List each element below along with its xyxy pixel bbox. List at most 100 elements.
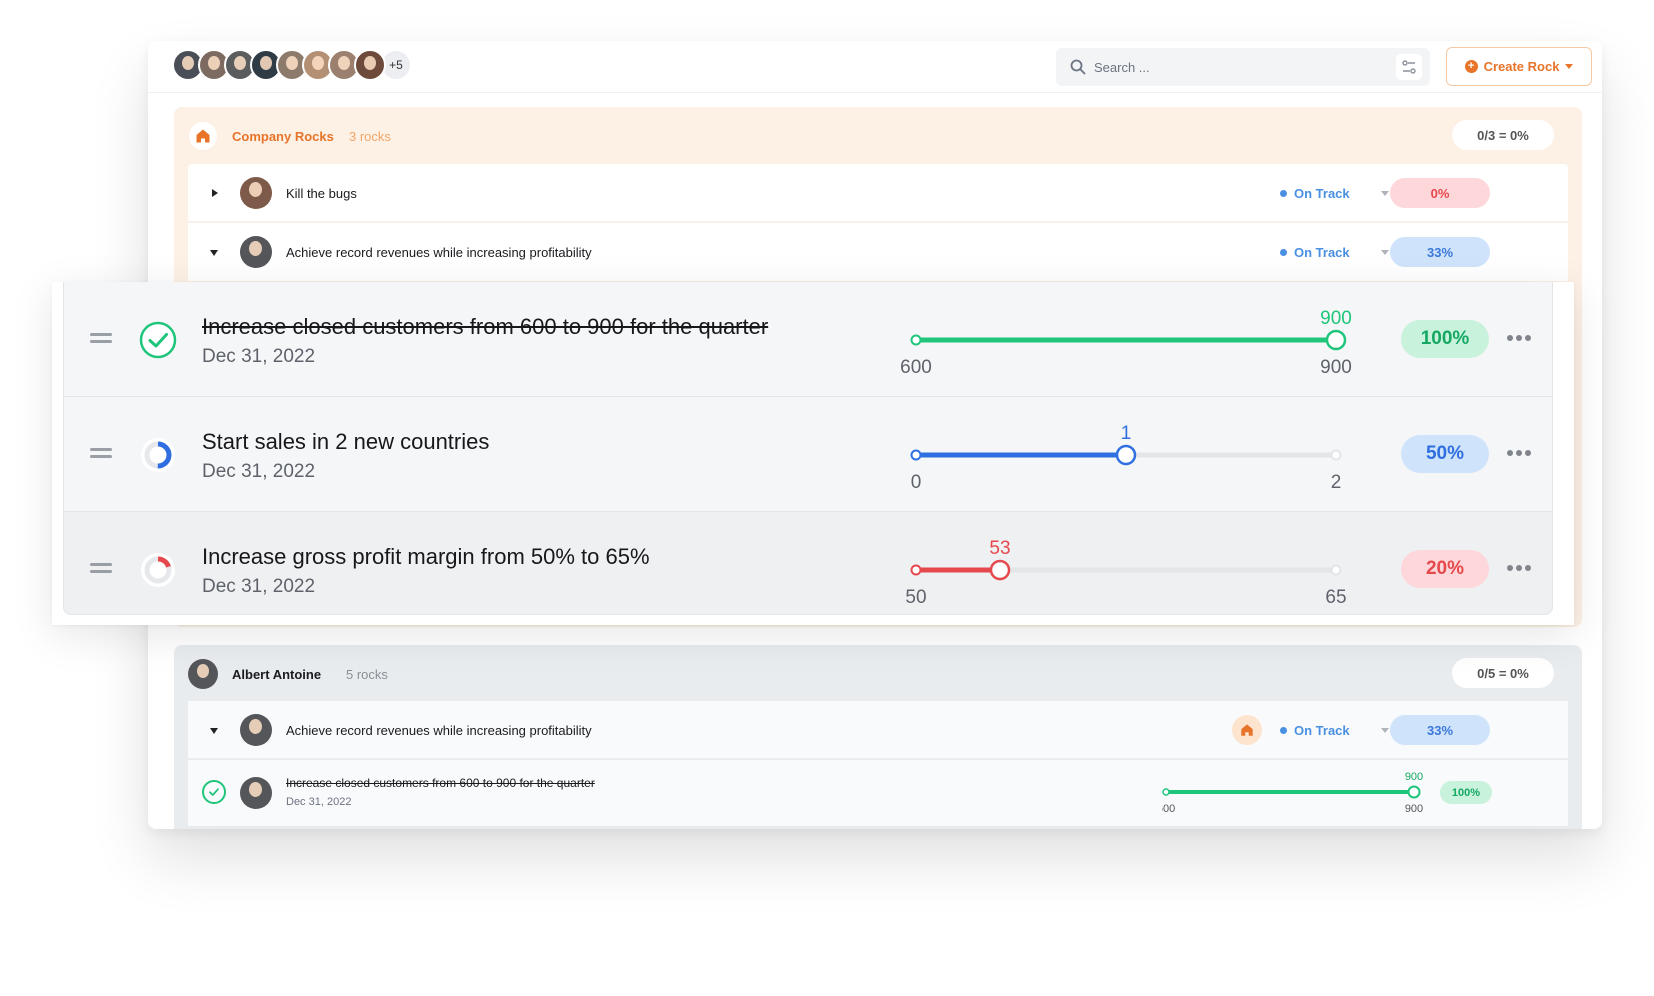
slider-start-point [1162, 788, 1170, 796]
slider-current-label: 1 [1121, 423, 1132, 444]
milestone-row[interactable]: Start sales in 2 new countries Dec 31, 20… [64, 397, 1552, 512]
collapse-icon[interactable] [210, 250, 218, 256]
progress-ring-icon[interactable] [138, 550, 178, 590]
slider-current-label: 53 [989, 538, 1010, 559]
status-label: On Track [1294, 245, 1350, 260]
percent-badge: 50% [1401, 435, 1489, 473]
milestone-row[interactable]: Increase closed customers from 600 to 90… [188, 760, 1568, 826]
search-input[interactable]: Search ... [1094, 60, 1150, 75]
milestone-title[interactable]: Increase gross profit margin from 50% to… [202, 544, 650, 570]
progress-slider[interactable]: 900 600 900 [1162, 770, 1424, 820]
status-label: On Track [1294, 186, 1350, 201]
rock-row[interactable]: Kill the bugs On Track 0% [188, 164, 1568, 222]
search-icon [1070, 59, 1086, 75]
slider-current-label: 900 [1405, 771, 1423, 783]
rock-title[interactable]: Kill the bugs [286, 186, 357, 201]
percent-badge: 20% [1401, 550, 1489, 588]
slider-handle[interactable] [1407, 785, 1421, 799]
milestone-date: Dec 31, 2022 [202, 461, 316, 482]
slider-handle[interactable] [989, 559, 1011, 581]
chevron-down-icon[interactable] [1381, 728, 1389, 733]
plus-icon: + [1464, 60, 1478, 73]
slider-start-label: 0 [911, 472, 922, 493]
check-circle-icon[interactable] [138, 320, 178, 360]
percent-badge: 33% [1390, 237, 1490, 267]
milestone-title[interactable]: Increase closed customers from 600 to 90… [202, 314, 768, 340]
slider-start-label: 600 [1162, 803, 1175, 815]
group-title: Company Rocks [232, 129, 334, 144]
avatar [240, 714, 272, 746]
drag-handle-icon[interactable] [90, 333, 112, 343]
home-icon [1232, 715, 1262, 745]
milestone-date: Dec 31, 2022 [202, 346, 316, 367]
milestones-list: Increase closed customers from 600 to 90… [63, 282, 1553, 615]
rock-title[interactable]: Achieve record revenues while increasing… [286, 245, 592, 260]
group-header[interactable]: Albert Antoine 5 rocks 0/5 = 0% [174, 645, 1582, 701]
progress-slider[interactable]: 1 0 2 [874, 415, 1364, 500]
slider-end-point [1330, 564, 1342, 576]
top-bar: +5 Search ... + Create Rock [148, 41, 1602, 93]
group-count: 5 rocks [346, 667, 388, 682]
slider-handle[interactable] [1115, 444, 1137, 466]
milestone-date: Dec 31, 2022 [286, 796, 352, 808]
slider-end-label: 2 [1331, 472, 1342, 493]
team-avatars[interactable]: +5 [172, 49, 412, 81]
slider-end-label: 65 [1325, 587, 1346, 608]
expand-icon[interactable] [212, 189, 218, 197]
search-box[interactable]: Search ... [1056, 48, 1430, 86]
more-options-icon[interactable] [1507, 445, 1533, 461]
milestone-title[interactable]: Increase closed customers from 600 to 90… [286, 776, 595, 790]
percent-badge: 100% [1401, 320, 1489, 358]
milestone-row[interactable]: Increase gross profit margin from 50% to… [64, 512, 1552, 615]
group-count: 3 rocks [349, 129, 391, 144]
group-header[interactable]: Company Rocks 3 rocks 0/3 = 0% [174, 107, 1582, 163]
more-options-icon[interactable] [1507, 560, 1533, 576]
avatar [188, 659, 218, 689]
create-rock-button[interactable]: + Create Rock [1446, 47, 1592, 86]
group-title: Albert Antoine [232, 667, 322, 682]
collapse-icon[interactable] [210, 728, 218, 734]
slider-start-point [910, 449, 922, 461]
slider-handle[interactable] [1325, 329, 1347, 351]
chevron-down-icon[interactable] [1381, 191, 1389, 196]
more-options-icon[interactable] [1507, 330, 1533, 346]
home-icon [189, 122, 217, 150]
drag-handle-icon[interactable] [90, 563, 112, 573]
percent-badge: 0% [1390, 178, 1490, 208]
milestone-title[interactable]: Start sales in 2 new countries [202, 429, 489, 455]
slider-end-label: 900 [1320, 357, 1352, 378]
avatar [240, 777, 272, 809]
status-dropdown[interactable]: On Track [1280, 186, 1350, 201]
status-dropdown[interactable]: On Track [1280, 723, 1350, 738]
rock-row[interactable]: Achieve record revenues while increasing… [188, 223, 1568, 281]
slider-start-label: 50 [905, 587, 926, 608]
milestones-panel: Increase closed customers from 600 to 90… [52, 282, 1574, 625]
chevron-down-icon[interactable] [1381, 250, 1389, 255]
status-dot-icon [1280, 727, 1287, 734]
group-ratio-badge: 0/3 = 0% [1452, 120, 1554, 150]
rock-title[interactable]: Achieve record revenues while increasing… [286, 723, 592, 738]
filter-button[interactable] [1396, 54, 1422, 80]
avatar [240, 236, 272, 268]
person-rocks-group: Albert Antoine 5 rocks 0/5 = 0% Achieve … [174, 645, 1582, 829]
status-dropdown[interactable]: On Track [1280, 245, 1350, 260]
percent-badge: 100% [1440, 781, 1492, 804]
status-dot-icon [1280, 249, 1287, 256]
milestone-row[interactable]: Increase closed customers from 600 to 90… [64, 282, 1552, 397]
avatar-8[interactable] [354, 49, 386, 81]
avatar [240, 177, 272, 209]
milestone-date: Dec 31, 2022 [202, 576, 316, 597]
progress-slider[interactable]: 53 50 65 [874, 530, 1364, 615]
rock-row[interactable]: Achieve record revenues while increasing… [188, 701, 1568, 759]
slider-start-point [910, 334, 922, 346]
chevron-down-icon [1565, 64, 1574, 69]
slider-start-point [910, 564, 922, 576]
slider-end-point [1330, 449, 1342, 461]
slider-current-label: 900 [1320, 308, 1352, 329]
progress-slider[interactable]: 900 600 900 [874, 300, 1364, 385]
drag-handle-icon[interactable] [90, 448, 112, 458]
progress-ring-icon[interactable] [138, 435, 178, 475]
slider-start-label: 600 [900, 357, 932, 378]
check-icon[interactable] [202, 780, 226, 804]
filter-icon [1402, 60, 1416, 74]
